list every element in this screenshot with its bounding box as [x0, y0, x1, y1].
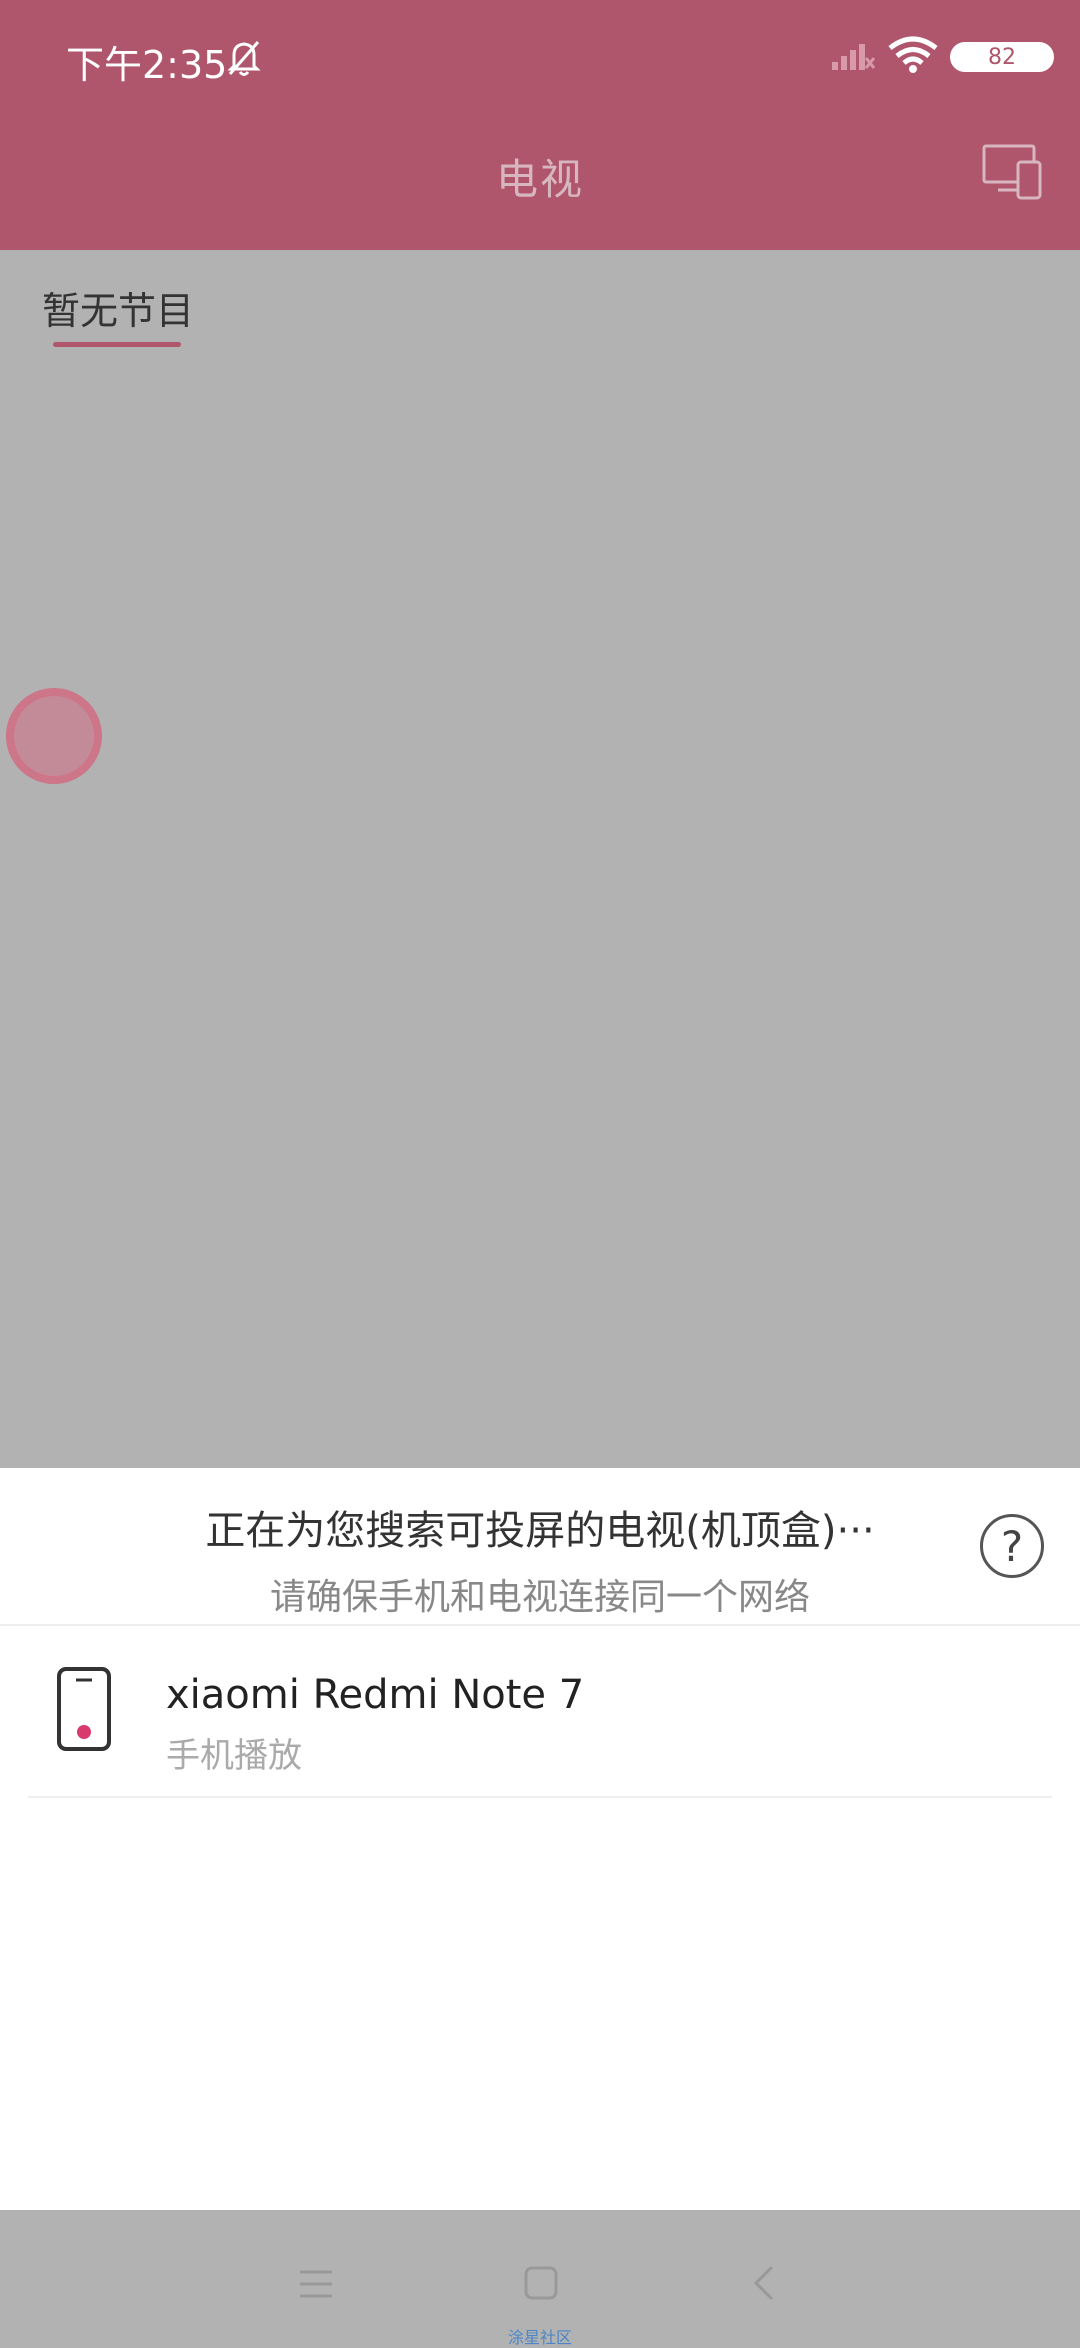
- menu-icon[interactable]: [298, 2268, 334, 2304]
- battery-icon: 82: [950, 42, 1054, 72]
- device-name: xiaomi Redmi Note 7: [166, 1672, 585, 1718]
- divider: [0, 1624, 1080, 1626]
- network-hint: 请确保手机和电视连接同一个网络: [269, 1577, 810, 1618]
- watermark-caption: 涂星社区: [507, 2328, 572, 2347]
- tab-indicator: [53, 342, 181, 347]
- bell-off-icon: [226, 38, 262, 82]
- status-bar: 下午2:35 82: [0, 0, 1080, 116]
- phone-icon: [56, 1666, 112, 1756]
- status-time: 下午2:35: [66, 43, 228, 87]
- divider: [28, 1796, 1052, 1798]
- tab-no-programs[interactable]: 暂无节目: [42, 280, 194, 335]
- list-item[interactable]: xiaomi Redmi Note 7 手机播放: [28, 1628, 1052, 1796]
- page-title: 电视: [495, 155, 584, 204]
- app-bar: 电视: [0, 116, 1080, 250]
- floating-button[interactable]: [6, 688, 102, 784]
- home-icon[interactable]: [524, 2266, 558, 2304]
- cast-screen-icon[interactable]: [982, 142, 1044, 206]
- device-subtitle: 手机播放: [166, 1736, 302, 1776]
- signal-icon: [832, 40, 876, 74]
- navigation-bar: 涂星社区: [0, 2210, 1080, 2347]
- wifi-icon: [888, 36, 938, 78]
- help-icon[interactable]: ?: [980, 1514, 1044, 1578]
- cast-device-sheet: 正在为您搜索可投屏的电视(机顶盒)··· 请确保手机和电视连接同一个网络 ? x…: [0, 1468, 1080, 2210]
- back-icon[interactable]: [752, 2264, 776, 2306]
- searching-text: 正在为您搜索可投屏的电视(机顶盒)···: [205, 1508, 875, 1554]
